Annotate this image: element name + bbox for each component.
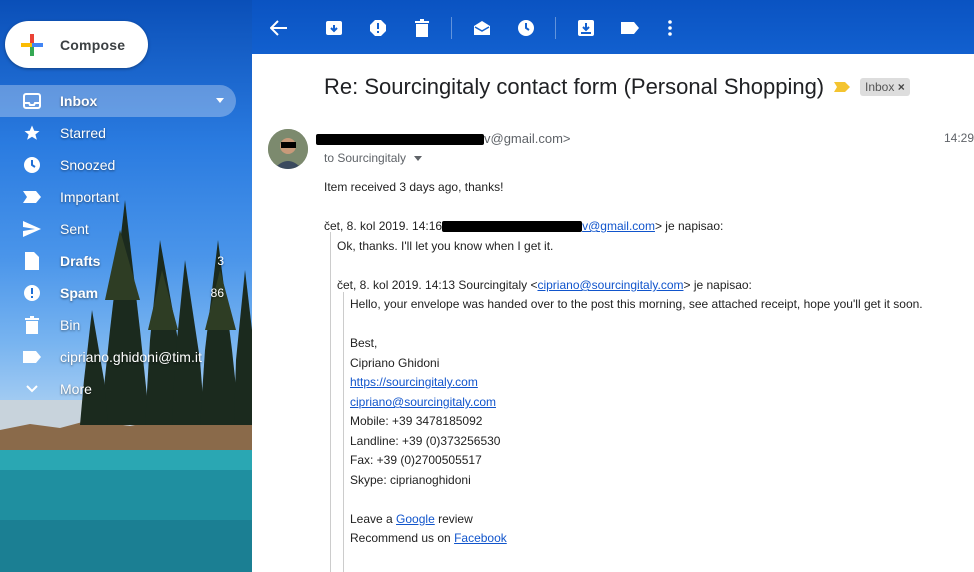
remove-label-icon[interactable]: × — [898, 80, 905, 94]
sidebar: Compose Inbox Starred Snoozed Important … — [0, 0, 252, 572]
draft-icon — [22, 251, 42, 271]
sidebar-item-snoozed[interactable]: Snoozed — [0, 149, 252, 181]
compose-button[interactable]: Compose — [5, 21, 148, 68]
report-spam-icon[interactable] — [367, 17, 389, 39]
quote1-date: čet, 8. kol 2019. 14:16 — [324, 219, 443, 233]
sidebar-item-label: Bin — [60, 317, 81, 333]
sidebar-item-important[interactable]: Important — [0, 181, 252, 213]
mark-unread-icon[interactable] — [471, 17, 493, 39]
inbox-label-chip[interactable]: Inbox × — [860, 78, 910, 96]
quote1-header: čet, 8. kol 2019. 14:16 v@gmail.com> je n… — [324, 219, 723, 233]
sender-line: v@gmail.com> — [316, 131, 571, 146]
signature-best: Best, — [350, 336, 378, 350]
send-icon — [22, 219, 42, 239]
quote1-suffix: > je napisao: — [654, 219, 724, 233]
quote2-header: čet, 8. kol 2019. 14:13 Sourcingitaly <c… — [337, 278, 752, 292]
quote1-email-link[interactable]: v@gmail.com — [582, 219, 655, 233]
sidebar-item-label-cipriano[interactable]: cipriano.ghidoni@tim.it — [0, 341, 252, 373]
quote-bar — [343, 292, 344, 572]
spam-icon — [22, 283, 42, 303]
move-to-icon[interactable] — [575, 17, 597, 39]
toolbar-divider — [555, 17, 556, 39]
sidebar-item-label: cipriano.ghidoni@tim.it — [60, 349, 202, 365]
sidebar-item-label: Important — [60, 189, 120, 205]
important-icon — [22, 187, 42, 207]
spam-count: 86 — [210, 286, 224, 300]
signature-landline: Landline: +39 (0)373256530 — [350, 434, 501, 448]
compose-plus-icon — [19, 32, 45, 58]
quote2-suffix: > je napisao: — [683, 278, 752, 292]
star-icon — [22, 123, 42, 143]
snooze-icon[interactable] — [515, 17, 537, 39]
toolbar-divider — [451, 17, 452, 39]
google-review-link[interactable]: Google — [396, 512, 435, 526]
redacted-sender-name — [316, 134, 484, 146]
avatar[interactable] — [268, 129, 308, 169]
facebook-link[interactable]: Facebook — [454, 531, 507, 545]
reply-text: Item received 3 days ago, thanks! — [324, 180, 504, 194]
inbox-icon — [22, 91, 42, 111]
sidebar-item-sent[interactable]: Sent — [0, 213, 252, 245]
back-arrow-icon[interactable] — [268, 17, 290, 39]
sender-email: v@gmail.com> — [484, 131, 571, 146]
drafts-count: 3 — [217, 254, 224, 268]
quote2-text: Hello, your envelope was handed over to … — [350, 297, 923, 311]
quote1-text: Ok, thanks. I'll let you know when I get… — [337, 239, 554, 253]
sidebar-item-label: Drafts — [60, 253, 101, 269]
inbox-dropdown-icon[interactable] — [216, 98, 224, 103]
recommend-prefix: Recommend us on — [350, 531, 455, 545]
leave-review-prefix: Leave a — [350, 512, 397, 526]
quote2-prefix: čet, 8. kol 2019. 14:13 Sourcingitaly < — [337, 278, 538, 292]
sidebar-item-label: Spam — [60, 285, 99, 301]
label-icon — [22, 347, 42, 367]
sidebar-item-label: Sent — [60, 221, 89, 237]
sidebar-item-label: Starred — [60, 125, 106, 141]
more-vert-icon[interactable] — [659, 17, 681, 39]
labels-icon[interactable] — [619, 17, 641, 39]
sidebar-item-more[interactable]: More — [0, 373, 252, 405]
clock-icon — [22, 155, 42, 175]
recipient-label: to Sourcingitaly — [324, 151, 407, 165]
message-subject: Re: Sourcingitaly contact form (Personal… — [324, 74, 825, 99]
sidebar-item-label: Snoozed — [60, 157, 116, 173]
important-marker-icon[interactable] — [834, 82, 850, 92]
message-view: Re: Sourcingitaly contact form (Personal… — [252, 54, 974, 572]
inbox-chip-label: Inbox — [865, 80, 895, 94]
recipient-details-icon[interactable] — [414, 156, 423, 162]
recipient-line[interactable]: to Sourcingitaly — [324, 151, 423, 165]
sidebar-item-inbox[interactable]: Inbox — [0, 85, 236, 117]
sidebar-item-label: More — [60, 381, 92, 397]
trash-icon — [22, 315, 42, 335]
signature-mobile: Mobile: +39 3478185092 — [350, 414, 483, 428]
compose-label: Compose — [60, 36, 126, 53]
signature-name: Cipriano Ghidoni — [350, 356, 440, 370]
signature-website-link[interactable]: https://sourcingitaly.com — [350, 375, 478, 389]
delete-icon[interactable] — [411, 17, 433, 39]
archive-icon[interactable] — [323, 17, 345, 39]
sidebar-item-bin[interactable]: Bin — [0, 309, 252, 341]
signature-email-link[interactable]: cipriano@sourcingitaly.com — [350, 395, 496, 409]
leave-review-line: Leave a Google review — [350, 512, 473, 526]
signature-fax: Fax: +39 (0)2700505517 — [350, 453, 482, 467]
recommend-line: Recommend us on Facebook — [350, 531, 507, 545]
sidebar-nav: Inbox Starred Snoozed Important Sent Dra… — [0, 85, 252, 405]
quote-bar — [330, 232, 331, 572]
sidebar-item-label: Inbox — [60, 93, 98, 109]
chevron-down-icon — [22, 379, 42, 399]
redacted-email-prefix — [442, 221, 583, 233]
quote2-email-link[interactable]: cipriano@sourcingitaly.com — [537, 278, 683, 292]
signature-skype: Skype: ciprianoghidoni — [350, 473, 471, 487]
sidebar-item-drafts[interactable]: Drafts 3 — [0, 245, 252, 277]
sidebar-item-spam[interactable]: Spam 86 — [0, 277, 252, 309]
leave-review-suffix: review — [434, 512, 473, 526]
sidebar-item-starred[interactable]: Starred — [0, 117, 252, 149]
message-toolbar — [252, 0, 974, 54]
message-time: 14:29 — [943, 131, 974, 145]
